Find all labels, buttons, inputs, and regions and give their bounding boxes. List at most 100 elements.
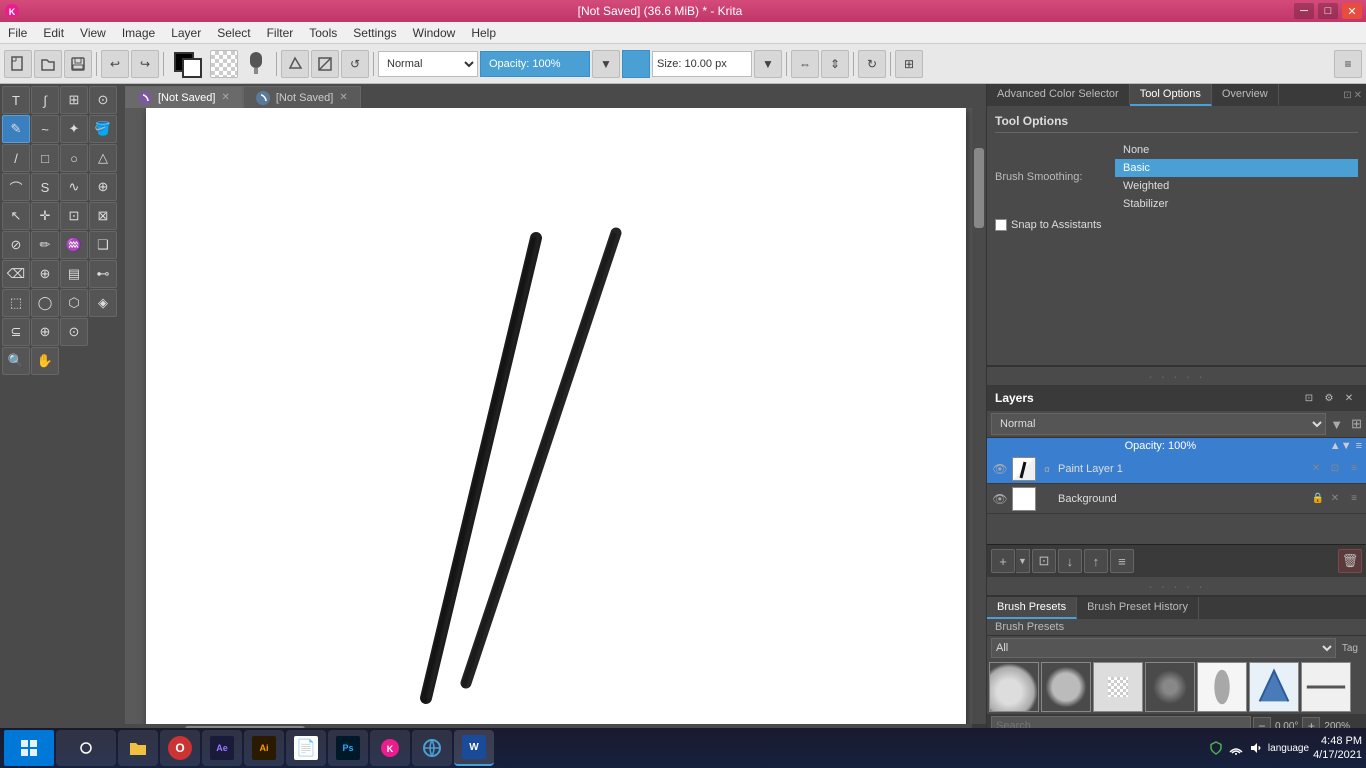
move-layer-up-btn[interactable]: ↑ — [1084, 549, 1108, 573]
tray-shield-icon[interactable] — [1208, 740, 1224, 756]
move-tool-button[interactable]: ✛ — [31, 202, 59, 230]
layers-opacity-up-btn[interactable]: ▲ — [1330, 440, 1341, 452]
size-dropdown-btn[interactable]: ▼ — [754, 50, 782, 78]
layers-add-btn[interactable]: ⊞ — [1351, 416, 1362, 432]
erase-button[interactable]: ⌫ — [2, 260, 30, 288]
freehand-brush-button[interactable]: ✎ — [2, 115, 30, 143]
snap-checkbox[interactable] — [995, 219, 1007, 231]
menu-edit[interactable]: Edit — [35, 22, 72, 43]
layers-float-btn[interactable]: ⊡ — [1300, 389, 1318, 407]
polygon-tool-button[interactable]: △ — [89, 144, 117, 172]
layer-item-bg[interactable]: 👁 Background 🔒 ✕ ≡ — [987, 484, 1366, 514]
maximize-button[interactable]: □ — [1318, 3, 1338, 19]
tray-volume-icon[interactable] — [1248, 740, 1264, 756]
add-layer-btn[interactable]: + — [991, 549, 1015, 573]
taskbar-file-explorer[interactable] — [118, 730, 158, 766]
zoom-tool-button[interactable]: 🔍 — [2, 347, 30, 375]
close-button[interactable]: ✕ — [1342, 3, 1362, 19]
tray-language-indicator[interactable]: language — [1268, 743, 1309, 754]
brush-presets-tab[interactable]: Brush Presets — [987, 597, 1077, 619]
assistant-button[interactable]: ⊕ — [89, 173, 117, 201]
brush-preset-7[interactable] — [1301, 662, 1351, 712]
flip-v-button[interactable]: ⇕ — [821, 50, 849, 78]
menu-image[interactable]: Image — [114, 22, 163, 43]
smart-patch-button[interactable]: ⊞ — [60, 86, 88, 114]
layer-bg-action-2[interactable]: ≡ — [1346, 491, 1362, 507]
opacity-dropdown-btn[interactable]: ▼ — [592, 50, 620, 78]
text-tool-button[interactable]: T — [2, 86, 30, 114]
start-button[interactable] — [4, 730, 54, 766]
wrap-button[interactable]: ⊞ — [895, 50, 923, 78]
brush-history-tab[interactable]: Brush Preset History — [1077, 597, 1199, 619]
menu-window[interactable]: Window — [405, 22, 464, 43]
add-layer-dropdown-btn[interactable]: ▼ — [1016, 549, 1030, 573]
brush-preset-1[interactable] — [989, 662, 1039, 712]
menu-help[interactable]: Help — [463, 22, 504, 43]
smudge-button[interactable]: ♒ — [60, 231, 88, 259]
tab-tool-options[interactable]: Tool Options — [1130, 84, 1212, 106]
brush-preset-3[interactable] — [1093, 662, 1143, 712]
similar-select-button[interactable]: ⊆ — [2, 318, 30, 346]
layers-opacity-down-btn[interactable]: ▼ — [1341, 440, 1352, 452]
freehand-path-button[interactable]: ∿ — [60, 173, 88, 201]
brush-filter-select[interactable]: All — [991, 638, 1336, 658]
line-tool-button[interactable]: / — [2, 144, 30, 172]
taskbar-browser[interactable] — [412, 730, 452, 766]
smoothing-none[interactable]: None — [1115, 141, 1358, 159]
panel-resize-handle-2[interactable]: · · · · · — [987, 577, 1366, 595]
tab-close-2[interactable]: ✕ — [339, 92, 347, 103]
eyedropper-button[interactable]: ⊘ — [2, 231, 30, 259]
minimize-button[interactable]: ─ — [1294, 3, 1314, 19]
layer-visibility-paint[interactable]: 👁 — [991, 460, 1009, 478]
canvas-vertical-scrollbar[interactable] — [972, 108, 986, 724]
ellipse-tool-button[interactable]: ○ — [60, 144, 88, 172]
system-clock[interactable]: 4:48 PM 4/17/2021 — [1313, 734, 1362, 763]
pencil-button[interactable]: ✏ — [31, 231, 59, 259]
clone-button[interactable]: ❑ — [89, 231, 117, 259]
menu-file[interactable]: File — [0, 22, 35, 43]
eraser-button[interactable] — [281, 50, 309, 78]
layers-blend-mode[interactable]: Normal — [991, 413, 1326, 435]
open-button[interactable] — [34, 50, 62, 78]
taskbar-ae[interactable]: Ae — [202, 730, 242, 766]
smoothing-stabilizer[interactable]: Stabilizer — [1115, 195, 1358, 213]
layer-settings-btn[interactable]: ≡ — [1110, 549, 1134, 573]
brush-tag-btn[interactable]: Tag — [1338, 641, 1362, 656]
calligraphy-button[interactable]: ∫ — [31, 86, 59, 114]
copy-layer-btn[interactable]: ⊡ — [1032, 549, 1056, 573]
freehand-select-btn[interactable]: ⊙ — [89, 86, 117, 114]
undo-button[interactable]: ↩ — [101, 50, 129, 78]
crop-button[interactable]: ⊡ — [60, 202, 88, 230]
panel-float-btn[interactable]: ⊡ — [1343, 90, 1351, 101]
tab-advanced-color[interactable]: Advanced Color Selector — [987, 84, 1130, 106]
layer-visibility-bg[interactable]: 👁 — [991, 490, 1009, 508]
snap-checkbox-container[interactable]: Snap to Assistants — [995, 219, 1102, 231]
bezier-select-button[interactable]: ⊙ — [60, 318, 88, 346]
canvas-wrapper[interactable] — [125, 108, 986, 738]
blend-mode-select[interactable]: Normal — [378, 51, 478, 77]
pattern-button[interactable] — [210, 50, 238, 78]
canvas-tab-1[interactable]: [Not Saved] ✕ — [125, 86, 243, 108]
gradient-button[interactable]: ▤ — [60, 260, 88, 288]
menu-filter[interactable]: Filter — [259, 22, 302, 43]
pan-tool-button[interactable]: ✋ — [31, 347, 59, 375]
save-button[interactable] — [64, 50, 92, 78]
smoothing-basic[interactable]: Basic — [1115, 159, 1358, 177]
layers-settings-btn[interactable]: ⚙ — [1320, 389, 1338, 407]
layer-item-paint[interactable]: 👁 α Paint Layer 1 ✕ ⊡ ≡ — [987, 454, 1366, 484]
scroll-thumb-v[interactable] — [974, 148, 984, 228]
taskbar-cortana[interactable] — [56, 730, 116, 766]
multibrush-button[interactable]: ✦ — [60, 115, 88, 143]
bezier-button[interactable]: S — [31, 173, 59, 201]
fill-button[interactable]: 🪣 — [89, 115, 117, 143]
reset-button[interactable]: ↺ — [341, 50, 369, 78]
brush-preset-4[interactable] — [1145, 662, 1195, 712]
color-fg-bg[interactable] — [170, 48, 206, 80]
menu-select[interactable]: Select — [209, 22, 258, 43]
layer-action-2[interactable]: ⊡ — [1327, 461, 1343, 477]
transform-button[interactable]: ⊠ — [89, 202, 117, 230]
menu-view[interactable]: View — [72, 22, 114, 43]
shape-select-button[interactable]: ↖ — [2, 202, 30, 230]
layers-menu-btn[interactable]: ≡ — [1356, 440, 1362, 452]
smoothing-weighted[interactable]: Weighted — [1115, 177, 1358, 195]
